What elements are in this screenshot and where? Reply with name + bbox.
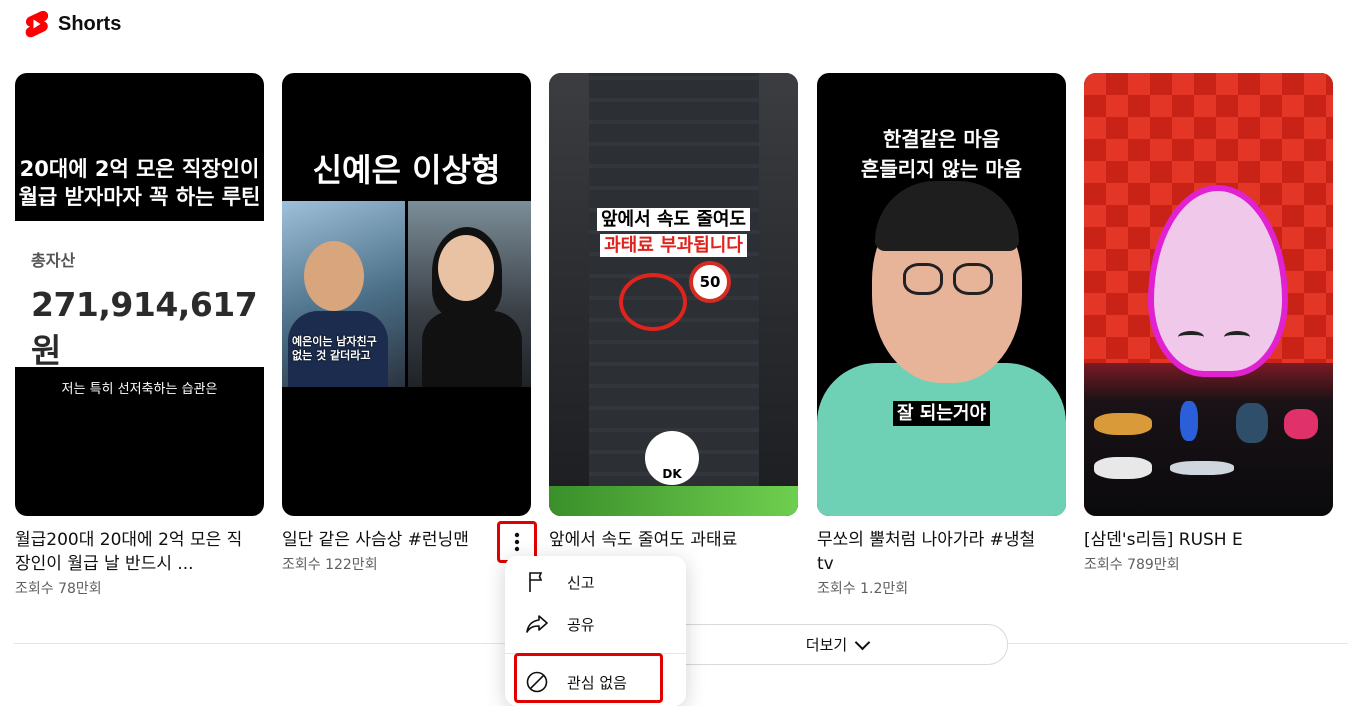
short-title[interactable]: [삼덴's리듬] RUSH E xyxy=(1084,528,1314,552)
asset-label: 총자산 xyxy=(31,251,76,270)
thumbnail-caption: 예은이는 남자친구 없는 것 같더라고 xyxy=(292,335,377,362)
menu-item-report[interactable]: 신고 xyxy=(505,562,686,602)
menu-item-share[interactable]: 공유 xyxy=(505,604,686,644)
short-views: 조회수 789만회 xyxy=(1084,557,1180,573)
jet-icon xyxy=(1170,461,1234,475)
thumbnail-subheadline: 흔들리지 않는 마음 xyxy=(817,153,1066,182)
short-thumbnail[interactable]: 한결같은 마음 흔들리지 않는 마음 잘 되는거야 xyxy=(817,73,1066,516)
flag-icon xyxy=(525,570,549,594)
short-thumbnail[interactable]: 앞에서 속도 줄여도 과태료 부과됩니다 50 DK xyxy=(549,73,798,516)
character-icon xyxy=(1284,409,1318,439)
menu-item-not-interested[interactable]: 관심 없음 xyxy=(505,662,686,702)
character-icon xyxy=(1180,401,1198,441)
thumbnail-caption: 잘 되는거야 xyxy=(817,399,1066,426)
thumbnail-subheadline: 과태료 부과됩니다 xyxy=(549,231,798,257)
show-more-label: 더보기 xyxy=(805,636,848,654)
menu-item-label: 공유 xyxy=(567,615,595,634)
short-views: 조회수 1.2만회 xyxy=(817,581,909,597)
bus-image xyxy=(549,486,798,516)
character-icon xyxy=(1236,403,1268,443)
short-thumbnail[interactable]: 20대에 2억 모은 직장인이 월급 받자마자 꼭 하는 루틴 총자산 271,… xyxy=(15,73,264,516)
short-title[interactable]: 월급200대 20대에 2억 모은 직장인이 월급 날 반드시 ... xyxy=(15,528,245,576)
short-card-1[interactable]: 20대에 2억 모은 직장인이 월급 받자마자 꼭 하는 루틴 총자산 271,… xyxy=(15,73,264,598)
short-title[interactable]: 앞에서 속도 줄여도 과태료 xyxy=(549,528,779,552)
short-card-4[interactable]: 한결같은 마음 흔들리지 않는 마음 잘 되는거야 무쏘의 뿔처럼 나아가라 #… xyxy=(817,73,1066,598)
short-title[interactable]: 일단 같은 사슴상 #런닝맨 xyxy=(282,528,512,552)
speed-limit-sign: 50 xyxy=(689,261,731,303)
short-title[interactable]: 무쏘의 뿔처럼 나아가라 #냉철tv xyxy=(817,528,1047,576)
short-thumbnail[interactable]: 신예은 이상형 예은이는 남자친구 없는 것 같더라고 xyxy=(282,73,531,516)
menu-item-label: 신고 xyxy=(567,573,595,592)
short-thumbnail[interactable] xyxy=(1084,73,1333,516)
thumbnail-image-right xyxy=(408,201,531,387)
section-title: Shorts xyxy=(58,12,122,35)
chevron-down-icon xyxy=(854,634,871,650)
show-more-button[interactable]: 더보기 xyxy=(666,624,1008,665)
person-shirt xyxy=(817,363,1066,516)
short-card-3[interactable]: 앞에서 속도 줄여도 과태료 부과됩니다 50 DK 앞에서 속도 줄여도 과태… xyxy=(549,73,798,554)
channel-badge: DK xyxy=(645,431,699,485)
thumbnail-headline: 한결같은 마음 xyxy=(817,123,1066,152)
shorts-header: Shorts xyxy=(24,10,121,38)
asset-panel: 총자산 271,914,617원 xyxy=(15,221,264,370)
asset-value: 271,914,617원 xyxy=(31,285,258,370)
thumbnail-headline: 앞에서 속도 줄여도 xyxy=(549,205,798,231)
thumbnail-subtitle: 저는 특히 선저축하는 습관은 xyxy=(61,382,218,397)
thumbnail-headline: 신예은 이상형 xyxy=(312,151,501,189)
thumbnail-headline: 20대에 2억 모은 직장인이 월급 받자마자 꼭 하는 루틴 xyxy=(18,157,261,209)
short-views: 조회수 78만회 xyxy=(15,581,102,597)
menu-item-label: 관심 없음 xyxy=(567,673,627,692)
context-menu: 신고 공유 관심 없음 xyxy=(505,556,686,706)
short-card-2[interactable]: 신예은 이상형 예은이는 남자친구 없는 것 같더라고 일단 같은 사슴상 #런… xyxy=(282,73,531,574)
dinosaur-icon xyxy=(1094,457,1152,479)
short-views: 조회수 122만회 xyxy=(282,557,378,573)
not-interested-icon xyxy=(525,670,549,694)
camera-highlight xyxy=(619,273,687,331)
more-vert-icon xyxy=(514,532,520,552)
youtube-shorts-logo-icon xyxy=(25,10,48,38)
short-card-5[interactable]: [삼덴's리듬] RUSH E 조회수 789만회 xyxy=(1084,73,1333,574)
glasses-icon xyxy=(903,263,943,295)
share-icon xyxy=(525,612,549,636)
dinosaur-icon xyxy=(1094,413,1152,435)
